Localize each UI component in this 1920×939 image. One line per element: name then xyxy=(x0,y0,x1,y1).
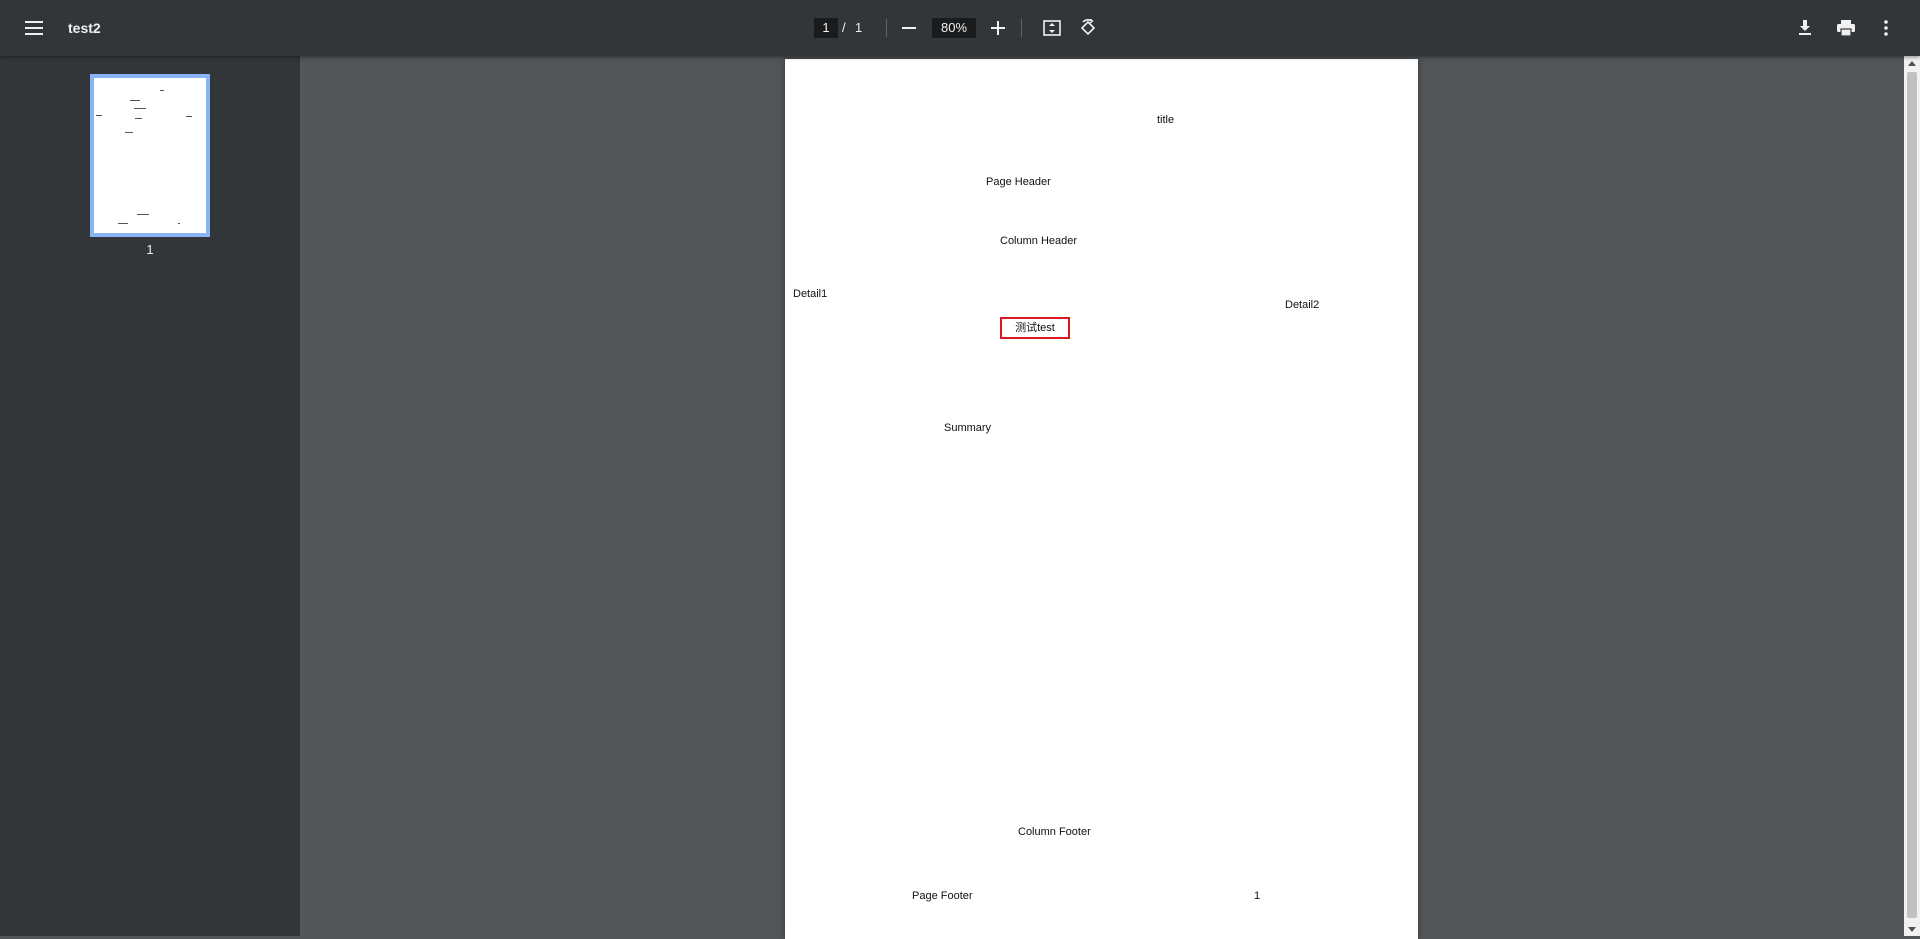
total-pages: 1 xyxy=(855,20,863,35)
summary-text: Summary xyxy=(944,422,992,434)
hamburger-menu-icon[interactable] xyxy=(18,12,50,44)
boxed-text-field: 测试test xyxy=(1000,317,1070,339)
vertical-scrollbar[interactable] xyxy=(1904,56,1920,936)
document-title: test2 xyxy=(68,20,101,36)
scrollbar-thumb[interactable] xyxy=(1907,72,1917,918)
page-separator: / xyxy=(842,20,846,35)
thumbnail-content xyxy=(135,118,142,119)
column-header-text: Column Header xyxy=(1000,235,1078,247)
zoom-level-input[interactable] xyxy=(932,18,976,38)
toolbar-divider xyxy=(1021,19,1022,37)
current-page-input[interactable] xyxy=(814,18,838,38)
minus-icon[interactable] xyxy=(895,14,923,42)
pdf-page: title Page Header Column Header Detail1 … xyxy=(785,59,1418,939)
rotate-icon[interactable] xyxy=(1073,13,1103,43)
plus-icon[interactable] xyxy=(984,14,1012,42)
toolbar-divider xyxy=(886,19,887,37)
scroll-down-arrow-icon[interactable] xyxy=(1904,922,1920,936)
detail2-text: Detail2 xyxy=(1285,299,1320,311)
column-footer-text: Column Footer xyxy=(1018,826,1091,838)
print-icon[interactable] xyxy=(1831,13,1861,43)
thumbnail-content xyxy=(96,115,102,116)
detail1-text: Detail1 xyxy=(793,288,828,300)
document-viewer[interactable]: title Page Header Column Header Detail1 … xyxy=(300,56,1900,939)
fit-to-page-icon[interactable] xyxy=(1037,13,1067,43)
thumbnail-content xyxy=(118,223,128,224)
thumbnail-content xyxy=(134,108,146,109)
page-header-text: Page Header xyxy=(986,176,1051,188)
thumbnail-content xyxy=(186,116,192,117)
page-thumbnail[interactable] xyxy=(90,74,210,237)
thumbnail-page-number: 1 xyxy=(146,242,154,257)
thumbnail-content xyxy=(178,223,180,224)
page-footer-text: Page Footer xyxy=(912,890,973,902)
thumbnail-sidebar: 1 xyxy=(0,56,300,936)
pdf-toolbar: test2 / 1 xyxy=(0,0,1920,56)
scroll-up-arrow-icon[interactable] xyxy=(1904,56,1920,70)
page-number-text: 1 xyxy=(1254,890,1261,902)
download-icon[interactable] xyxy=(1790,13,1820,43)
more-vert-icon[interactable] xyxy=(1871,13,1901,43)
report-title: title xyxy=(1157,114,1175,126)
thumbnail-content xyxy=(160,90,164,91)
thumbnail-content xyxy=(130,100,140,101)
thumbnail-content xyxy=(125,132,133,133)
thumbnail-content xyxy=(137,214,149,215)
